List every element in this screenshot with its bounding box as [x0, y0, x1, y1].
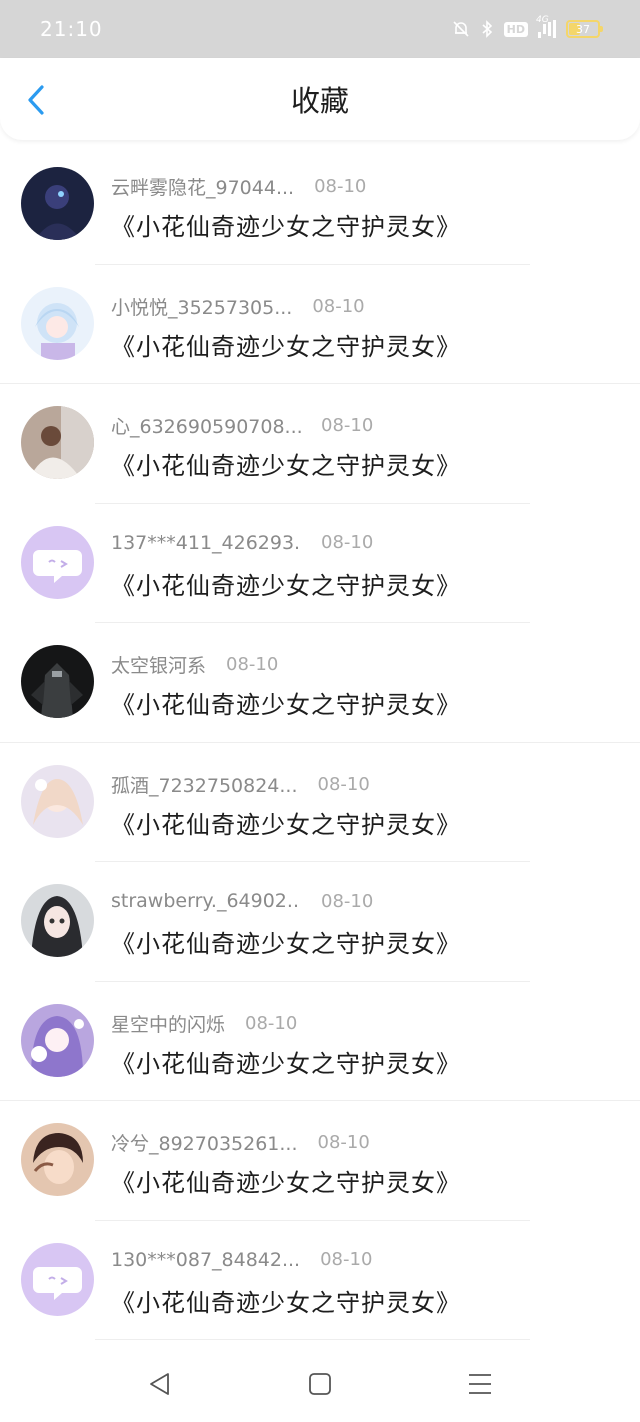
user-name: 137***411_426293...	[111, 531, 301, 554]
item-date: 08-10	[312, 295, 365, 317]
list-item[interactable]: 心_632690590708... 08-10 《小花仙奇迹少女之守护灵女》	[0, 384, 640, 504]
item-date: 08-10	[317, 773, 370, 795]
item-date: 08-10	[321, 890, 374, 912]
list-item[interactable]: 太空银河系 08-10 《小花仙奇迹少女之守护灵女》	[0, 623, 640, 743]
user-name: 云畔雾隐花_97044...	[111, 177, 295, 199]
list-item[interactable]: strawberry._64902... 08-10 《小花仙奇迹少女之守护灵女》	[0, 862, 640, 982]
avatar[interactable]	[21, 286, 94, 360]
user-name: 星空中的闪烁	[111, 1013, 226, 1036]
item-date: 08-10	[314, 176, 367, 197]
avatar[interactable]	[21, 764, 94, 838]
item-meta: 130***087_84842... 08-10	[111, 1249, 372, 1271]
item-date: 08-10	[226, 654, 279, 675]
battery-level: 37	[576, 22, 590, 36]
network-type: 4G	[536, 15, 549, 25]
avatar[interactable]	[21, 884, 94, 957]
item-title[interactable]: 《小花仙奇迹少女之守护灵女》	[111, 1044, 461, 1079]
item-title[interactable]: 《小花仙奇迹少女之守护灵女》	[111, 1163, 461, 1198]
item-meta: 云畔雾隐花_97044... 08-10	[111, 173, 366, 200]
system-nav-bar	[0, 1345, 640, 1422]
item-title[interactable]: 《小花仙奇迹少女之守护灵女》	[111, 566, 461, 601]
back-triangle-icon	[150, 1372, 169, 1395]
user-name: 130***087_84842...	[111, 1248, 301, 1271]
item-title[interactable]: 《小花仙奇迹少女之守护灵女》	[111, 1283, 461, 1318]
list-item[interactable]: 137***411_426293... 08-10 《小花仙奇迹少女之守护灵女》	[0, 504, 640, 623]
item-meta: 小悦悦_35257305... 08-10	[111, 293, 365, 320]
battery-icon: 37	[566, 20, 603, 38]
list-item[interactable]: 孤酒_7232750824... 08-10 《小花仙奇迹少女之守护灵女》	[0, 743, 640, 862]
user-name: 孤酒_7232750824...	[111, 774, 298, 797]
user-name: 小悦悦_35257305...	[111, 296, 293, 319]
item-date: 08-10	[321, 415, 374, 436]
nav-menu-button[interactable]	[460, 1364, 500, 1404]
item-meta: 星空中的闪烁 08-10	[111, 1010, 297, 1037]
item-date: 08-10	[320, 1249, 373, 1270]
menu-lines-icon	[469, 1373, 491, 1394]
item-title[interactable]: 《小花仙奇迹少女之守护灵女》	[111, 685, 461, 720]
back-button[interactable]	[18, 82, 54, 118]
item-title[interactable]: 《小花仙奇迹少女之守护灵女》	[111, 446, 461, 481]
list-item[interactable]: 130***087_84842... 08-10 《小花仙奇迹少女之守护灵女》	[0, 1221, 640, 1340]
item-date: 08-10	[317, 1132, 370, 1153]
item-meta: 冷兮_8927035261... 08-10	[111, 1129, 370, 1156]
page-title: 收藏	[290, 84, 349, 118]
nav-home-button[interactable]	[300, 1364, 340, 1404]
user-name: 太空银河系	[111, 655, 207, 677]
favorites-list: 云畔雾隐花_97044... 08-10 《小花仙奇迹少女之守护灵女》 小悦悦_352…	[0, 145, 640, 1340]
item-meta: strawberry._64902... 08-10	[111, 890, 373, 912]
avatar[interactable]	[21, 406, 94, 479]
avatar[interactable]	[21, 645, 94, 718]
item-date: 08-10	[245, 1012, 298, 1034]
item-title[interactable]: 《小花仙奇迹少女之守护灵女》	[111, 327, 461, 362]
item-title[interactable]: 《小花仙奇迹少女之守护灵女》	[111, 924, 461, 959]
status-bar: 21:10 HD 4G 37	[0, 0, 640, 58]
avatar[interactable]	[21, 525, 94, 599]
user-name: 冷兮_8927035261...	[111, 1133, 298, 1155]
divider	[95, 1339, 530, 1340]
avatar[interactable]	[21, 1242, 94, 1316]
list-item[interactable]: 星空中的闪烁 08-10 《小花仙奇迹少女之守护灵女》	[0, 982, 640, 1101]
status-icons: HD 4G 37	[452, 15, 603, 38]
user-name: strawberry._64902...	[111, 890, 301, 912]
avatar[interactable]	[21, 1003, 94, 1077]
item-meta: 137***411_426293... 08-10	[111, 532, 373, 554]
item-date: 08-10	[321, 532, 374, 553]
list-item[interactable]: 云畔雾隐花_97044... 08-10 《小花仙奇迹少女之守护灵女》	[0, 145, 640, 265]
item-meta: 心_632690590708... 08-10	[111, 412, 373, 439]
mute-bell-icon	[452, 20, 470, 38]
item-meta: 孤酒_7232750824... 08-10	[111, 771, 370, 798]
signal-icon: 4G	[536, 15, 556, 38]
item-title[interactable]: 《小花仙奇迹少女之守护灵女》	[111, 805, 461, 840]
item-meta: 太空银河系 08-10	[111, 651, 278, 678]
item-title[interactable]: 《小花仙奇迹少女之守护灵女》	[111, 207, 461, 242]
nav-back-button[interactable]	[140, 1364, 180, 1404]
user-name: 心_632690590708...	[111, 416, 301, 438]
list-item[interactable]: 冷兮_8927035261... 08-10 《小花仙奇迹少女之守护灵女》	[0, 1101, 640, 1221]
home-square-icon	[309, 1372, 331, 1395]
hd-icon: HD	[503, 21, 528, 37]
bluetooth-icon	[480, 20, 494, 38]
avatar[interactable]	[21, 1123, 94, 1196]
header: 收藏	[0, 58, 640, 140]
list-item[interactable]: 小悦悦_35257305... 08-10 《小花仙奇迹少女之守护灵女》	[0, 265, 640, 384]
chevron-left-icon	[28, 85, 44, 115]
avatar[interactable]	[21, 167, 94, 240]
status-time: 21:10	[40, 17, 103, 41]
